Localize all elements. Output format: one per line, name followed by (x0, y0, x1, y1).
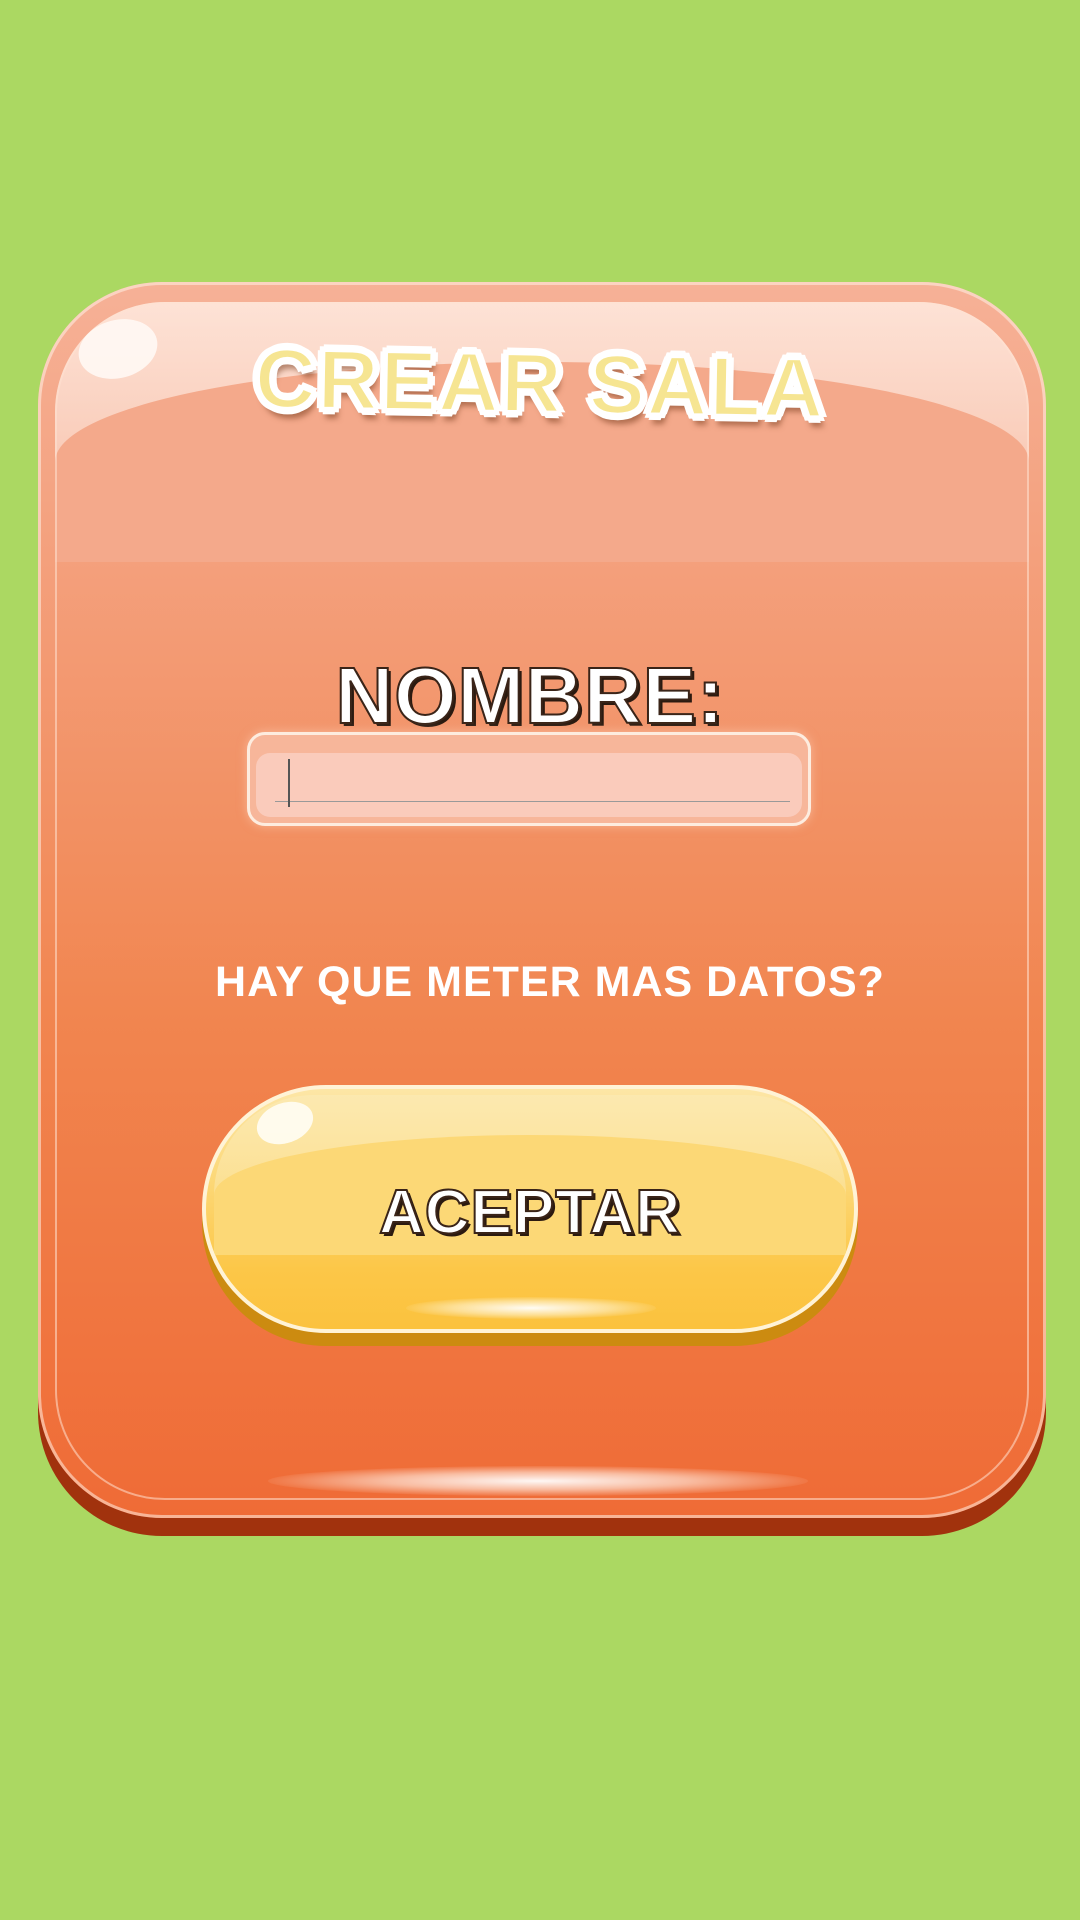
accept-button[interactable]: ACEPTAR (202, 1085, 858, 1333)
name-input[interactable] (275, 757, 790, 802)
panel-bottom-glow (268, 1466, 808, 1496)
accept-button-glow (406, 1297, 656, 1319)
accept-button-label: ACEPTAR (378, 1177, 682, 1248)
text-caret (288, 759, 290, 807)
question-text: HAY QUE METER MAS DATOS? (215, 958, 885, 1006)
dialog-title: CREAR SALA (252, 330, 827, 437)
name-label: NOMBRE: (334, 650, 725, 741)
dialog-title-container: CREAR SALA (0, 330, 1080, 437)
name-input-frame (247, 732, 811, 826)
